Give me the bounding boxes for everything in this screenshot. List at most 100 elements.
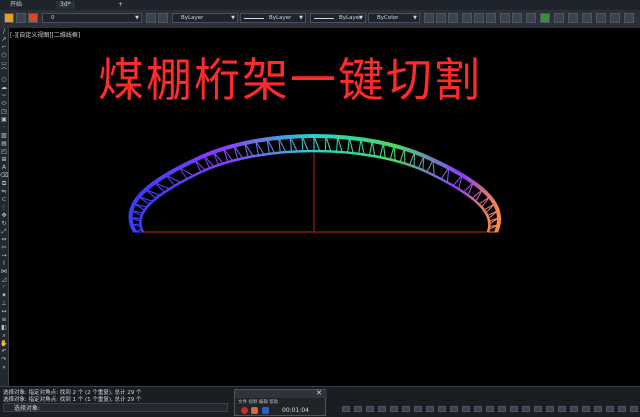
close-icon[interactable]: ✕ bbox=[316, 389, 322, 397]
table-tool-icon[interactable]: ⊞ bbox=[0, 156, 8, 164]
layer-props-icon[interactable] bbox=[4, 13, 14, 23]
plotstyle-dropdown[interactable]: ByColor ▼ bbox=[368, 13, 420, 23]
status-tool-icon[interactable] bbox=[594, 406, 602, 412]
screen-recorder-window[interactable]: ✕ 文件 视频 编辑 帮助 00:01:04 bbox=[234, 389, 327, 416]
trim-tool-icon[interactable]: ✂ bbox=[0, 244, 8, 252]
pan-tool-icon[interactable]: ✋ bbox=[0, 340, 8, 348]
extend-tool-icon[interactable]: → bbox=[0, 252, 8, 260]
status-tool-icon[interactable] bbox=[402, 406, 410, 412]
linetype-dropdown[interactable]: ByLayer ▼ bbox=[240, 13, 306, 23]
command-input[interactable]: 选择对象: bbox=[3, 403, 228, 412]
block-tool-icon[interactable]: ▣ bbox=[0, 116, 8, 124]
status-tool-icon[interactable] bbox=[462, 406, 470, 412]
chamfer-tool-icon[interactable]: ◿ bbox=[0, 276, 8, 284]
pline-tool-icon[interactable]: ⌐ bbox=[0, 44, 8, 52]
tool-icon-16[interactable] bbox=[624, 13, 634, 23]
line-tool-icon[interactable]: / bbox=[0, 28, 8, 36]
status-tool-icon[interactable] bbox=[450, 406, 458, 412]
status-tool-icon[interactable] bbox=[546, 406, 554, 412]
region-tool-icon[interactable]: ◰ bbox=[0, 148, 8, 156]
tool-icon-1[interactable] bbox=[424, 13, 434, 23]
fillet-tool-icon[interactable]: ◜ bbox=[0, 284, 8, 292]
new-tab-button[interactable]: + bbox=[114, 1, 127, 9]
status-tool-icon[interactable] bbox=[342, 406, 350, 412]
record-icon[interactable] bbox=[241, 407, 248, 414]
status-tool-icon[interactable] bbox=[474, 406, 482, 412]
polygon-tool-icon[interactable]: ⬡ bbox=[0, 52, 8, 60]
point-tool-icon[interactable]: · bbox=[0, 124, 8, 132]
mirror-tool-icon[interactable]: ⇋ bbox=[0, 188, 8, 196]
offset-tool-icon[interactable]: ⊂ bbox=[0, 196, 8, 204]
status-tool-icon[interactable] bbox=[378, 406, 386, 412]
status-tool-icon[interactable] bbox=[510, 406, 518, 412]
stretch-tool-icon[interactable]: ⇔ bbox=[0, 236, 8, 244]
make-current-icon[interactable] bbox=[146, 13, 156, 23]
insert-tool-icon[interactable]: ◳ bbox=[0, 108, 8, 116]
ellipse-tool-icon[interactable]: ⬭ bbox=[0, 100, 8, 108]
measure-tool-icon[interactable]: ⊥ bbox=[0, 300, 8, 308]
tab-home[interactable]: 开始 bbox=[6, 1, 26, 9]
layer-tool-icon[interactable]: ◧ bbox=[0, 324, 8, 332]
status-tool-icon[interactable] bbox=[498, 406, 506, 412]
match-layer-icon[interactable] bbox=[158, 13, 168, 23]
explode-tool-icon[interactable]: ✷ bbox=[0, 292, 8, 300]
tool-icon-8[interactable] bbox=[512, 13, 522, 23]
layer-state-icon[interactable] bbox=[16, 13, 26, 23]
array-tool-icon[interactable]: ⋮ bbox=[0, 204, 8, 212]
tool-icon-2[interactable] bbox=[436, 13, 446, 23]
zoom-tool-icon[interactable]: ⌕ bbox=[0, 332, 8, 340]
layer-color-icon[interactable] bbox=[28, 13, 38, 23]
xline-tool-icon[interactable]: ↗ bbox=[0, 36, 8, 44]
lineweight-dropdown[interactable]: ByLayer ▼ bbox=[310, 13, 366, 23]
tool-icon-14[interactable] bbox=[596, 13, 606, 23]
tool-icon-3[interactable] bbox=[448, 13, 458, 23]
tool-icon-11[interactable] bbox=[554, 13, 564, 23]
status-tool-icon[interactable] bbox=[630, 406, 638, 412]
erase-tool-icon[interactable]: ⌫ bbox=[0, 172, 8, 180]
move-tool-icon[interactable]: ✥ bbox=[0, 212, 8, 220]
status-tool-icon[interactable] bbox=[534, 406, 542, 412]
copy-tool-icon[interactable]: ⧉ bbox=[0, 180, 8, 188]
hatch-tool-icon[interactable]: ▨ bbox=[0, 132, 8, 140]
tool-icon-9[interactable] bbox=[526, 13, 536, 23]
circle-tool-icon[interactable]: ○ bbox=[0, 76, 8, 84]
pause-icon[interactable] bbox=[251, 407, 258, 414]
tool-icon-5[interactable] bbox=[474, 13, 484, 23]
scale-tool-icon[interactable]: ⤢ bbox=[0, 228, 8, 236]
rect-tool-icon[interactable]: ▭ bbox=[0, 60, 8, 68]
status-tool-icon[interactable] bbox=[438, 406, 446, 412]
status-tool-icon[interactable] bbox=[414, 406, 422, 412]
status-tool-icon[interactable] bbox=[426, 406, 434, 412]
tool-icon-15[interactable] bbox=[610, 13, 620, 23]
tool-icon-4[interactable] bbox=[462, 13, 472, 23]
more-tool-icon[interactable]: » bbox=[0, 364, 8, 372]
status-tool-icon[interactable] bbox=[582, 406, 590, 412]
status-tool-icon[interactable] bbox=[486, 406, 494, 412]
redo-tool-icon[interactable]: ↷ bbox=[0, 356, 8, 364]
spline-tool-icon[interactable]: ~ bbox=[0, 92, 8, 100]
tab-drawing[interactable]: 3d* bbox=[56, 1, 75, 9]
color-dropdown[interactable]: ByLayer ▼ bbox=[172, 13, 238, 23]
status-tool-icon[interactable] bbox=[618, 406, 626, 412]
stop-icon[interactable] bbox=[262, 407, 269, 414]
status-tool-icon[interactable] bbox=[354, 406, 362, 412]
viewport-label[interactable]: [-][自定义视图][二维线框] bbox=[10, 30, 80, 39]
status-tool-icon[interactable] bbox=[558, 406, 566, 412]
tool-icon-7[interactable] bbox=[500, 13, 510, 23]
tool-icon-13[interactable] bbox=[582, 13, 592, 23]
rotate-tool-icon[interactable]: ↻ bbox=[0, 220, 8, 228]
text-tool-icon[interactable]: A bbox=[0, 164, 8, 172]
dim-tool-icon[interactable]: ↔ bbox=[0, 308, 8, 316]
tool-icon-10[interactable] bbox=[540, 13, 550, 23]
status-tool-icon[interactable] bbox=[606, 406, 614, 412]
tool-icon-6[interactable] bbox=[486, 13, 496, 23]
join-tool-icon[interactable]: ⋈ bbox=[0, 268, 8, 276]
cloud-tool-icon[interactable]: ☁ bbox=[0, 84, 8, 92]
status-tool-icon[interactable] bbox=[390, 406, 398, 412]
arc-tool-icon[interactable]: ⌒ bbox=[0, 68, 8, 76]
gradient-tool-icon[interactable]: ▤ bbox=[0, 140, 8, 148]
undo-tool-icon[interactable]: ↶ bbox=[0, 348, 8, 356]
recorder-menu[interactable]: 文件 视频 编辑 帮助 bbox=[238, 399, 278, 405]
tool-icon-12[interactable] bbox=[568, 13, 578, 23]
status-tool-icon[interactable] bbox=[570, 406, 578, 412]
